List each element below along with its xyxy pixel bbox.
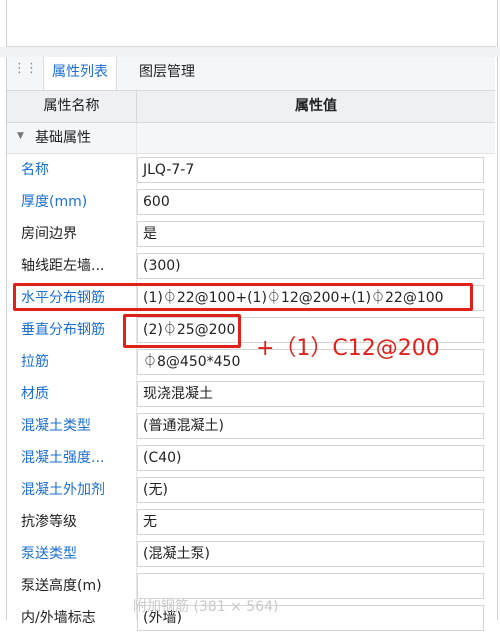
property-name: 混凝土类型 xyxy=(21,418,91,434)
property-row: 轴线距左墙... (300) xyxy=(7,250,495,282)
property-name: 内/外墙标志 xyxy=(21,610,96,626)
property-name: 抗渗等级 xyxy=(21,514,77,530)
property-row: 混凝土类型 (普通混凝土) xyxy=(7,410,495,442)
property-value-field[interactable]: 600 xyxy=(137,189,484,215)
property-name: 垂直分布钢筋 xyxy=(21,322,105,338)
column-header-value: 属性值 xyxy=(295,98,337,114)
property-value-field[interactable]: (C40) xyxy=(137,445,484,471)
property-value-field[interactable]: (无) xyxy=(137,477,484,503)
property-name: 房间边界 xyxy=(21,226,77,242)
property-value-field[interactable]: (混凝土泵) xyxy=(137,541,484,567)
property-name: 名称 xyxy=(21,162,49,178)
property-name: 轴线距左墙... xyxy=(21,258,105,274)
property-row: 抗渗等级 无 xyxy=(7,506,495,538)
collapse-caret-icon[interactable]: ▼ xyxy=(17,131,24,141)
property-name: 混凝土外加剂 xyxy=(21,482,105,498)
watermark-text: 附加钢筋 (381 × 564) xyxy=(133,599,279,615)
tab-bar: ⋮⋮ 属性列表 图层管理 xyxy=(7,57,495,91)
panel-gap xyxy=(0,47,500,57)
group-basic-properties[interactable]: ▼ 基础属性 xyxy=(7,123,495,154)
property-value-field[interactable]: (300) xyxy=(137,253,484,279)
column-header-name: 属性名称 xyxy=(7,91,137,122)
group-label: 基础属性 xyxy=(35,130,91,146)
table-header: 属性名称 属性值 xyxy=(7,91,495,123)
property-row: 房间边界 是 xyxy=(7,218,495,250)
highlight-box-vertical-rebar xyxy=(123,314,241,348)
property-name: 混凝土强度... xyxy=(21,450,105,466)
highlight-box-horizontal-rebar xyxy=(13,283,473,311)
property-row: 混凝土外加剂 (无) xyxy=(7,474,495,506)
property-row: 泵送类型 (混凝土泵) xyxy=(7,538,495,570)
property-name: 泵送高度(m) xyxy=(21,578,102,594)
property-row: 混凝土强度... (C40) xyxy=(7,442,495,474)
property-value-field[interactable]: JLQ-7-7 xyxy=(137,157,484,183)
property-row: 材质 现浇混凝土 xyxy=(7,378,495,410)
tab-layers[interactable]: 图层管理 xyxy=(131,57,203,90)
property-name: 拉筋 xyxy=(21,354,49,370)
property-value-field[interactable]: 无 xyxy=(137,509,484,535)
annotation-text: +（1）C12@200 xyxy=(256,336,440,361)
property-rows: 名称 JLQ-7-7 厚度(mm) 600 房间边界是 轴线距左墙... (300) … xyxy=(7,154,495,634)
property-value-field[interactable]: 现浇混凝土 xyxy=(137,381,484,407)
property-row: 厚度(mm) 600 xyxy=(7,186,495,218)
property-name: 材质 xyxy=(21,386,49,402)
property-name: 厚度(mm) xyxy=(21,194,88,210)
drag-grip-icon[interactable]: ⋮⋮ xyxy=(13,62,38,75)
property-value-field[interactable]: (普通混凝土) xyxy=(137,413,484,439)
property-value-field[interactable]: 是 xyxy=(137,221,484,247)
tab-properties[interactable]: 属性列表 xyxy=(43,57,117,90)
property-row: 名称 JLQ-7-7 xyxy=(7,154,495,186)
property-name: 泵送类型 xyxy=(21,546,77,562)
